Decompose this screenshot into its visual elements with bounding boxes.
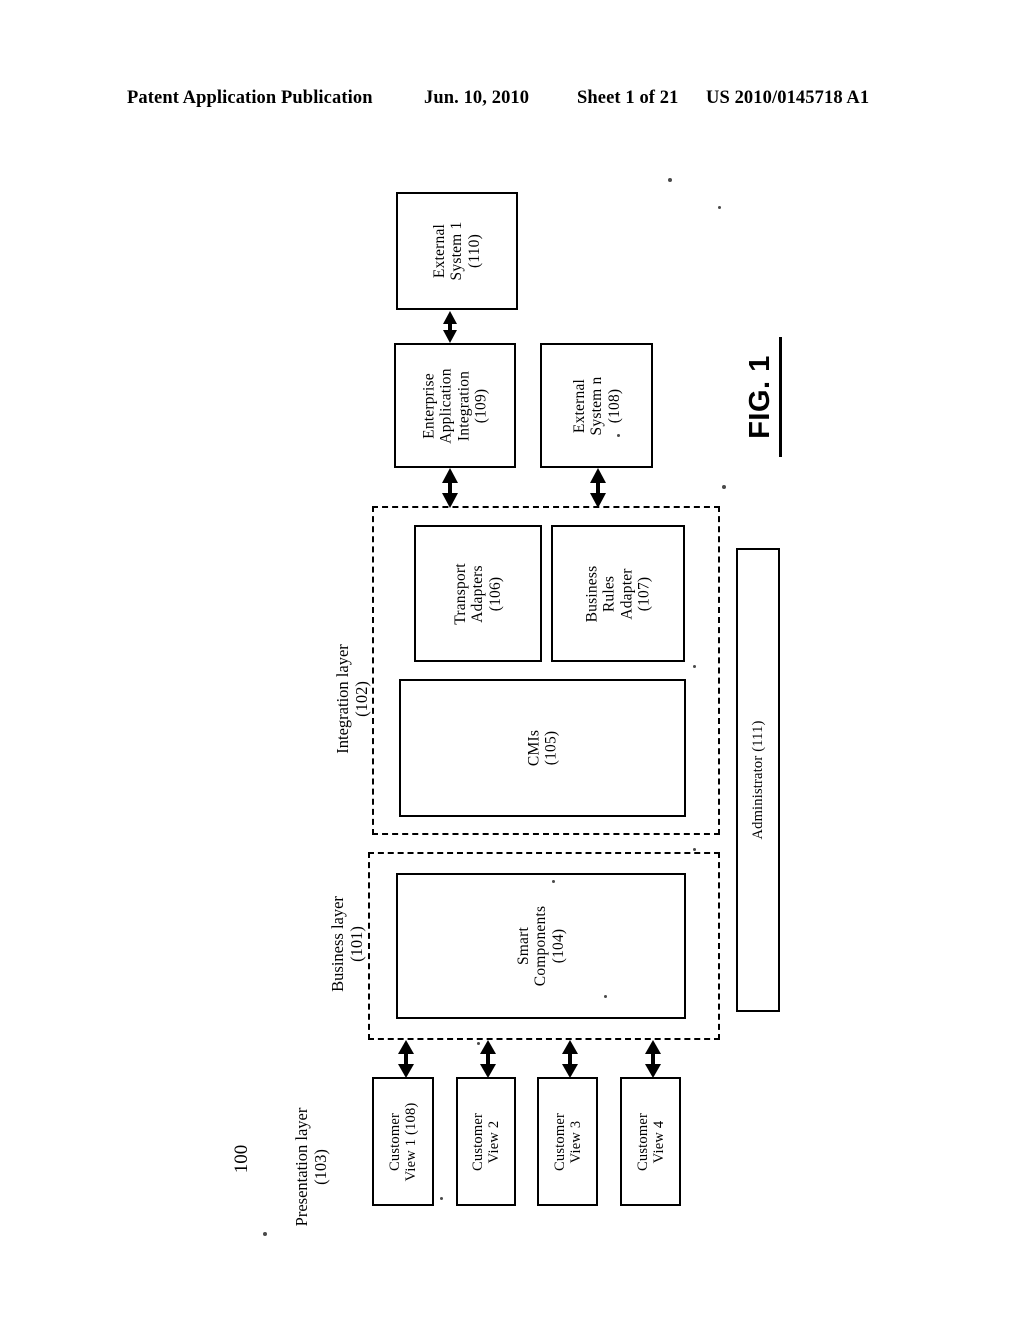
connector-external-system-1-to-eai	[437, 311, 463, 343]
connector-external-system-n-to-integration-layer	[585, 468, 611, 508]
block-external-system-1: External System 1 (110)	[396, 192, 518, 310]
block-administrator: Administrator (111)	[736, 548, 780, 1012]
block-customer-view-4: Customer View 4	[620, 1077, 681, 1206]
connector-customer-view-1-to-business-layer	[393, 1040, 419, 1078]
connector-eai-to-integration-layer	[437, 468, 463, 508]
scan-speck	[552, 880, 555, 883]
block-customer-view-1-label: Customer View 1 (108)	[386, 1102, 419, 1181]
connector-customer-view-2-to-business-layer	[475, 1040, 501, 1078]
scan-speck	[693, 665, 696, 668]
block-customer-view-4-label: Customer View 4	[634, 1112, 667, 1171]
block-customer-view-2: Customer View 2	[456, 1077, 516, 1206]
block-customer-view-3: Customer View 3	[537, 1077, 598, 1206]
connector-customer-view-3-to-business-layer	[557, 1040, 583, 1078]
block-transport-adapters-label: Transport Adapters (106)	[451, 562, 504, 625]
scan-speck	[722, 485, 726, 489]
patent-figure-diagram: FIG. 1 100 External System 1 (110) Enter…	[0, 0, 1024, 1320]
scan-speck	[693, 848, 696, 851]
integration-layer-label: Integration layer (102)	[333, 644, 371, 754]
scan-speck	[263, 1232, 267, 1236]
block-smart-components-label: Smart Components (104)	[514, 905, 567, 987]
figure-label: FIG. 1	[744, 337, 782, 457]
block-smart-components: Smart Components (104)	[396, 873, 686, 1019]
block-enterprise-application-integration: Enterprise Application Integration (109)	[394, 343, 516, 468]
block-external-system-n: External System n (108)	[540, 343, 653, 468]
block-customer-view-3-label: Customer View 3	[551, 1112, 584, 1171]
scan-speck	[440, 1197, 443, 1200]
block-business-rules-adapter: Business Rules Adapter (107)	[551, 525, 685, 662]
block-cmis-label: CMIs (105)	[525, 729, 560, 767]
scan-speck	[718, 206, 721, 209]
scan-speck	[477, 1042, 480, 1045]
block-customer-view-1: Customer View 1 (108)	[372, 1077, 434, 1206]
scan-speck	[604, 995, 607, 998]
figure-reference-numeral: 100	[231, 1144, 252, 1174]
block-customer-view-2-label: Customer View 2	[469, 1112, 502, 1171]
block-administrator-label: Administrator (111)	[749, 720, 766, 840]
block-cmis: CMIs (105)	[399, 679, 686, 817]
scan-speck	[617, 434, 620, 437]
block-eai-label: Enterprise Application Integration (109)	[420, 367, 490, 444]
block-transport-adapters: Transport Adapters (106)	[414, 525, 542, 662]
block-business-rules-adapter-label: Business Rules Adapter (107)	[583, 565, 653, 622]
scan-speck	[668, 178, 672, 182]
block-external-system-n-label: External System n (108)	[570, 376, 623, 435]
business-layer-label: Business layer (101)	[328, 896, 366, 992]
presentation-layer-label: Presentation layer (103)	[292, 1107, 330, 1227]
connector-customer-view-4-to-business-layer	[640, 1040, 666, 1078]
block-external-system-1-label: External System 1 (110)	[430, 221, 483, 281]
